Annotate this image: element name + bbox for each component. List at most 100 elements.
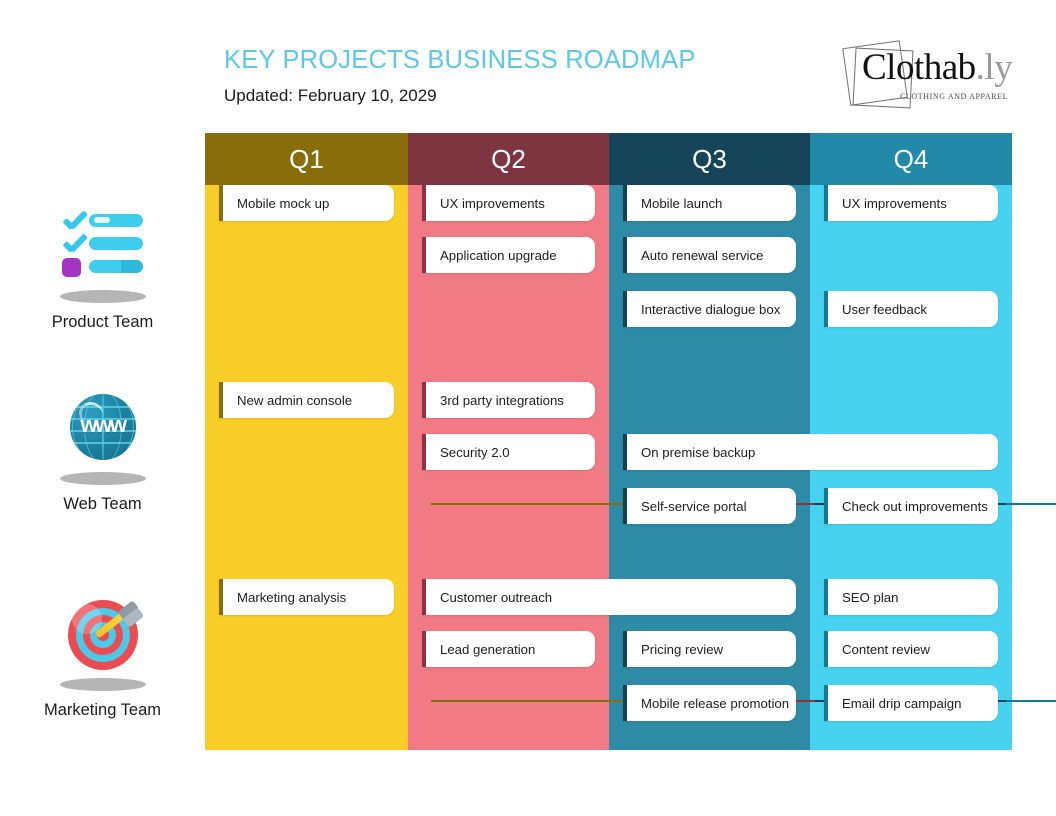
task-card[interactable]: 3rd party integrations [422,382,595,418]
task-card-label: Content review [842,641,930,657]
icon-shadow-ellipse [59,472,146,485]
www-label-icon: www [80,412,127,437]
task-card-label: Mobile launch [641,195,723,211]
list-bar-icon [88,260,143,273]
quarter-column-q1: Q1 [205,133,408,750]
list-bar-icon [88,237,143,250]
card-accent-bar [422,237,426,273]
card-accent-bar [623,291,627,327]
team-row-product-team: Product Team [0,210,205,332]
team-row-marketing-team: Marketing Team [0,598,205,720]
task-card[interactable]: Self-service portal [623,488,796,524]
task-card-label: New admin console [237,392,353,408]
card-accent-bar [219,382,223,418]
card-accent-bar [623,488,627,524]
icon-shadow-ellipse [59,290,146,303]
team-label: Product Team [51,313,154,331]
card-accent-bar [422,382,426,418]
quarter-header-q3: Q3 [609,133,810,185]
task-card[interactable]: Security 2.0 [422,434,595,470]
task-card[interactable]: Marketing analysis [219,579,394,615]
task-card-label: Auto renewal service [641,247,764,263]
roadmap-infographic: KEY PROJECTS BUSINESS ROADMAP Updated: F… [0,0,1056,816]
task-card-label: Pricing review [641,641,724,657]
task-card[interactable]: Mobile release promotion [623,685,796,721]
task-card[interactable]: Mobile mock up [219,185,394,221]
task-card[interactable]: Lead generation [422,631,595,667]
card-accent-bar [422,579,426,615]
card-accent-bar [219,185,223,221]
task-card[interactable]: UX improvements [422,185,595,221]
brand-logo: Clothab.ly CLOTHING AND APPAREL [838,38,1018,110]
task-card[interactable]: Customer outreach [422,579,796,615]
task-card[interactable]: Mobile launch [623,185,796,221]
quarter-body-q1 [205,185,408,750]
team-label: Marketing Team [43,701,162,719]
card-accent-bar [219,579,223,615]
card-accent-bar [623,631,627,667]
check-mark-icon [62,212,88,232]
task-card-label: UX improvements [440,195,545,211]
task-card-label: 3rd party integrations [440,392,564,408]
card-accent-bar [824,185,828,221]
task-card-label: Security 2.0 [440,444,510,460]
task-card-label: Lead generation [440,641,536,657]
task-card-label: Mobile mock up [237,195,330,211]
team-row-web-team: www Web Team [0,392,205,514]
task-card[interactable]: Check out improvements [824,488,998,524]
card-accent-bar [824,488,828,524]
task-card-label: Self-service portal [641,498,747,514]
logo-wordmark: Clothab.ly [862,47,1013,88]
task-card-label: SEO plan [842,589,899,605]
quarter-header-q4: Q4 [810,133,1012,185]
task-card-label: Email drip campaign [842,695,962,711]
card-accent-bar [623,185,627,221]
task-card[interactable]: Auto renewal service [623,237,796,273]
checklist-icon [44,210,162,305]
task-card[interactable]: Content review [824,631,998,667]
quarter-header-q1: Q1 [205,133,408,185]
task-card-label: User feedback [842,301,928,317]
card-accent-bar [824,685,828,721]
task-card[interactable]: Application upgrade [422,237,595,273]
target-icon [67,600,144,670]
card-accent-bar [623,237,627,273]
icon-shadow-ellipse [59,678,146,691]
task-card[interactable]: Email drip campaign [824,685,998,721]
card-accent-bar [623,685,627,721]
card-accent-bar [824,579,828,615]
card-accent-bar [824,631,828,667]
logo-tagline: CLOTHING AND APPAREL [900,92,1009,101]
task-card[interactable]: New admin console [219,382,394,418]
task-card-label: Application upgrade [440,247,557,263]
task-card[interactable]: UX improvements [824,185,998,221]
task-card[interactable]: User feedback [824,291,998,327]
card-accent-bar [824,291,828,327]
check-mark-icon [62,235,88,255]
roadmap-grid: Q1 Q2 Q3 Q4 Mobile mock up UX improvements Ap… [205,133,1056,750]
updated-date: Updated: February 10, 2029 [224,86,437,105]
logo-suffix-text: .ly [975,47,1013,88]
dart-icon [94,600,144,648]
task-card[interactable]: Interactive dialogue box [623,291,796,327]
task-card[interactable]: On premise backup [623,434,998,470]
task-card[interactable]: SEO plan [824,579,998,615]
card-accent-bar [422,185,426,221]
task-card-label: Mobile release promotion [641,695,790,711]
task-card-label: Check out improvements [842,498,988,514]
globe-www-icon: www [44,392,162,487]
task-card-label: On premise backup [641,444,756,460]
task-card-label: Marketing analysis [237,589,347,605]
page-title: KEY PROJECTS BUSINESS ROADMAP [224,46,696,74]
team-label: Web Team [63,495,142,513]
task-card-label: Interactive dialogue box [641,301,781,317]
list-bar-icon [88,214,143,227]
card-accent-bar [422,434,426,470]
card-accent-bar [623,434,627,470]
task-card-label: UX improvements [842,195,947,211]
logo-brand-text: Clothab [862,47,976,88]
target-dart-icon [44,598,162,693]
quarter-header-q2: Q2 [408,133,609,185]
task-card[interactable]: Pricing review [623,631,796,667]
card-accent-bar [422,631,426,667]
